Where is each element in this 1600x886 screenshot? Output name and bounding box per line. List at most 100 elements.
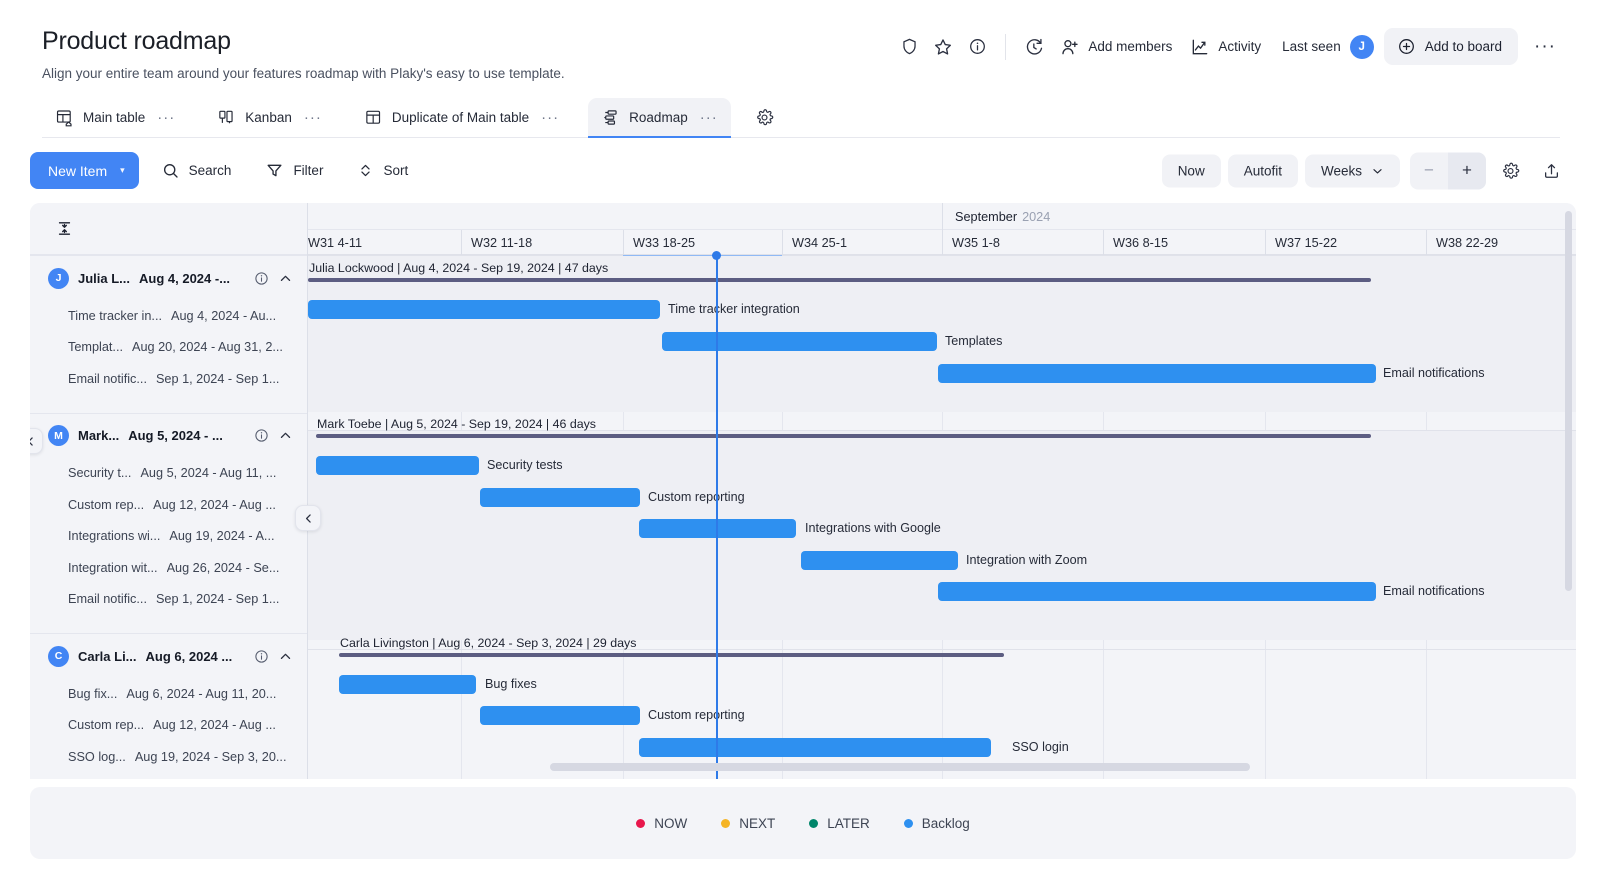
task-name: Custom rep... xyxy=(68,718,145,733)
chevron-up-icon[interactable] xyxy=(278,428,293,443)
info-icon[interactable] xyxy=(254,271,269,286)
legend-item: LATER xyxy=(809,816,870,831)
tab-label: Duplicate of Main table xyxy=(391,110,530,125)
tab-main-table[interactable]: Main table ··· xyxy=(42,98,188,137)
gantt-item-list: J Julia L... Aug 4, 2024 -... Time track… xyxy=(30,203,308,779)
timeline-months: September 2024 xyxy=(308,203,1576,230)
legend-item: Backlog xyxy=(903,815,970,831)
filter-button[interactable]: Filter xyxy=(253,153,335,188)
today-line xyxy=(716,255,718,779)
avatar: J xyxy=(48,267,69,289)
view-tabs: Main table ··· Kanban ··· Duplicate of M… xyxy=(42,98,1560,138)
chevron-up-icon[interactable] xyxy=(278,271,293,286)
plus-circle-icon xyxy=(1398,39,1414,54)
vertical-scrollbar[interactable] xyxy=(1565,211,1572,591)
add-to-board-button[interactable]: Add to board xyxy=(1383,28,1519,65)
task-dates: Sep 1, 2024 - Sep 1... xyxy=(155,592,280,607)
avatar[interactable]: J xyxy=(1349,34,1374,59)
task-dates: Sep 1, 2024 - Sep 1... xyxy=(155,371,280,386)
task-name: Email notific... xyxy=(68,371,147,386)
activity-button[interactable]: Activity xyxy=(1181,31,1270,63)
list-item[interactable]: Integration wit... Aug 26, 2024 - Se... xyxy=(30,552,307,584)
group-summary-bar xyxy=(316,434,1371,438)
gantt-bar[interactable] xyxy=(639,738,991,757)
now-button[interactable]: Now xyxy=(1161,154,1221,187)
gantt-bar-label: Integrations with Google xyxy=(805,521,941,535)
activity-refresh-icon[interactable] xyxy=(1017,30,1051,64)
tab-roadmap[interactable]: Roadmap ··· xyxy=(588,98,731,138)
list-item[interactable]: SSO log... Aug 19, 2024 - Sep 3, 20... xyxy=(30,741,307,773)
page-subtitle: Align your entire team around your featu… xyxy=(42,66,565,81)
autofit-label: Autofit xyxy=(1243,163,1282,178)
info-icon[interactable] xyxy=(254,428,269,443)
gear-icon[interactable] xyxy=(1493,154,1527,188)
legend-label: Backlog xyxy=(921,815,970,831)
today-top-line xyxy=(623,255,782,256)
gantt-bar[interactable] xyxy=(662,332,937,351)
upload-export-icon[interactable] xyxy=(1534,154,1568,188)
tab-menu-icon[interactable]: ··· xyxy=(304,109,322,126)
list-item[interactable]: Templat... Aug 20, 2024 - Aug 31, 2... xyxy=(30,332,307,364)
star-icon[interactable] xyxy=(926,30,960,64)
tab-menu-icon[interactable]: ··· xyxy=(157,109,175,126)
activity-label: Activity xyxy=(1218,39,1262,54)
gantt-bar-label: Email notifications xyxy=(1383,584,1485,598)
group-header[interactable]: M Mark... Aug 5, 2024 - ... xyxy=(30,412,307,458)
gantt-bar[interactable] xyxy=(480,706,640,725)
list-item[interactable]: Email notific... Sep 1, 2024 - Sep 1... xyxy=(30,584,307,616)
gantt-bar-label: Security tests xyxy=(487,458,563,472)
tab-menu-icon[interactable]: ··· xyxy=(541,109,559,126)
month-year: 2024 xyxy=(1022,209,1051,224)
timeline-week: W33 18-25 xyxy=(623,230,782,255)
list-item[interactable]: Email notific... Sep 1, 2024 - Sep 1... xyxy=(30,363,307,395)
gantt-bar[interactable] xyxy=(938,364,1376,383)
more-options-button[interactable]: ··· xyxy=(1528,36,1562,58)
tab-kanban[interactable]: Kanban ··· xyxy=(204,98,335,137)
sort-button[interactable]: Sort xyxy=(345,153,420,188)
group-header[interactable]: J Julia L... Aug 4, 2024 -... xyxy=(30,255,307,300)
horizontal-scrollbar[interactable] xyxy=(550,763,1250,771)
list-item[interactable]: Bug fix... Aug 6, 2024 - Aug 11, 20... xyxy=(30,678,307,710)
tab-duplicate-of-main-table[interactable]: Duplicate of Main table ··· xyxy=(351,98,572,137)
gantt-bar[interactable] xyxy=(316,456,479,475)
group-header[interactable]: C Carla Li... Aug 6, 2024 ... xyxy=(30,633,307,678)
board-app: Product roadmap Align your entire team a… xyxy=(12,6,1588,880)
chevron-down-icon[interactable]: ▾ xyxy=(120,165,139,176)
search-button[interactable]: Search xyxy=(149,153,244,188)
collapse-rows-icon[interactable] xyxy=(56,219,73,238)
zoom-in-button[interactable]: + xyxy=(1448,152,1486,189)
new-item-button[interactable]: New Item ▾ xyxy=(30,152,139,189)
list-item[interactable]: Security t... Aug 5, 2024 - Aug 11, ... xyxy=(30,458,307,490)
task-dates: Aug 19, 2024 - A... xyxy=(169,529,275,544)
group-summary-bar xyxy=(308,278,1371,282)
collapse-list-pane-button[interactable] xyxy=(295,505,321,531)
timeline-week: W38 22-29 xyxy=(1426,230,1576,255)
gantt-bar[interactable] xyxy=(339,675,476,694)
list-item[interactable]: Custom rep... Aug 12, 2024 - Aug ... xyxy=(30,710,307,742)
last-seen[interactable]: Last seen J xyxy=(1282,34,1374,59)
tab-menu-icon[interactable]: ··· xyxy=(700,109,718,126)
search-icon xyxy=(163,163,178,178)
task-name: Integration wit... xyxy=(68,560,158,575)
info-icon[interactable] xyxy=(960,30,994,64)
legend-dot xyxy=(721,818,731,828)
gear-icon[interactable] xyxy=(749,102,781,134)
collapse-sidebar-button[interactable] xyxy=(30,428,43,454)
gantt-bar[interactable] xyxy=(480,488,640,507)
zoom-out-button[interactable]: − xyxy=(1410,152,1448,189)
list-item[interactable]: Integrations wi... Aug 19, 2024 - A... xyxy=(30,521,307,553)
group-date-range: Aug 5, 2024 - ... xyxy=(128,428,223,443)
task-dates: Aug 12, 2024 - Aug ... xyxy=(153,718,276,733)
chevron-up-icon[interactable] xyxy=(278,649,293,664)
autofit-button[interactable]: Autofit xyxy=(1227,154,1298,187)
filter-icon xyxy=(267,164,282,177)
list-item[interactable]: Time tracker in... Aug 4, 2024 - Au... xyxy=(30,300,307,332)
info-icon[interactable] xyxy=(254,649,269,664)
list-item[interactable]: Custom rep... Aug 12, 2024 - Aug ... xyxy=(30,489,307,521)
gantt-bar[interactable] xyxy=(938,582,1376,601)
shield-icon[interactable] xyxy=(892,30,926,64)
gantt-bar[interactable] xyxy=(801,551,958,570)
gantt-bar[interactable] xyxy=(308,300,660,319)
zoom-unit-select[interactable]: Weeks xyxy=(1304,154,1400,187)
add-members-button[interactable]: Add members xyxy=(1051,31,1181,63)
